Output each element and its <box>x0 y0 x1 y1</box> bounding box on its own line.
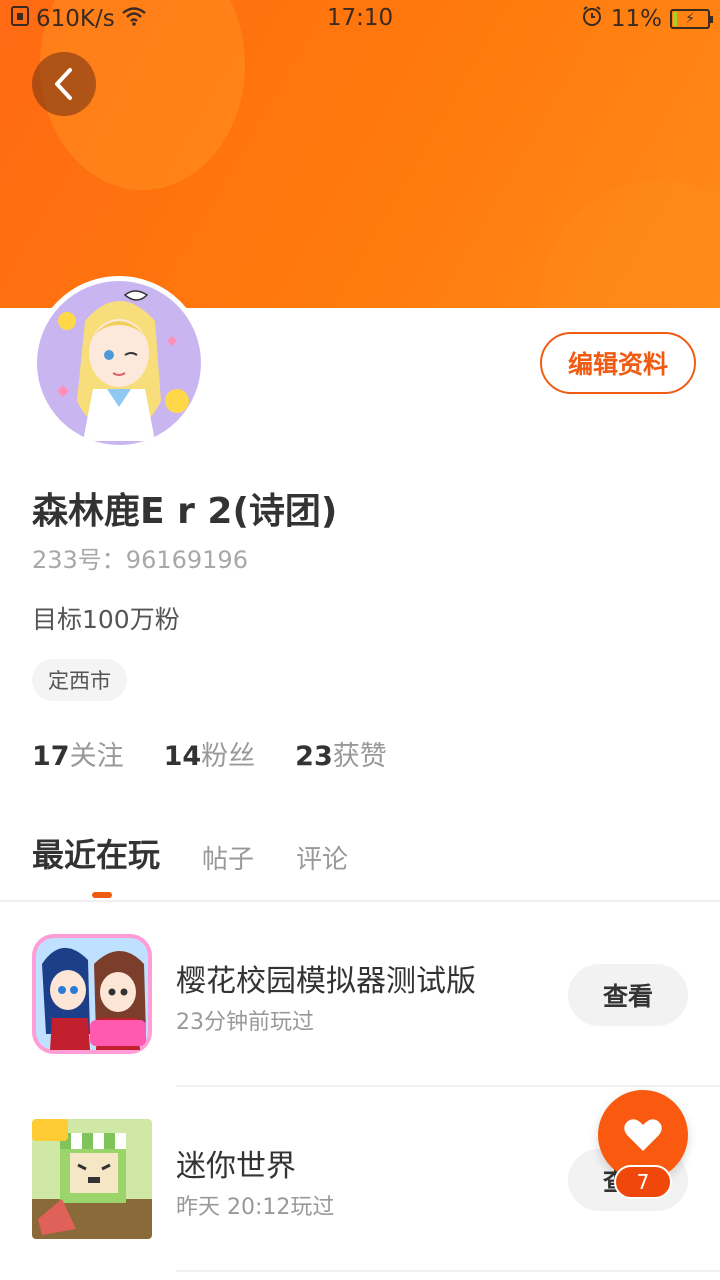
stat-label: 获赞 <box>332 741 387 772</box>
alarm-icon <box>581 5 603 33</box>
stat-likes[interactable]: 23获赞 <box>295 734 387 773</box>
avatar[interactable] <box>32 276 206 450</box>
row-divider <box>176 1085 720 1087</box>
banner-decoration <box>540 180 720 308</box>
tab-recently-played[interactable]: 最近在玩 <box>32 830 161 898</box>
game-name: 樱花校园模拟器测试版 <box>176 964 476 999</box>
edit-profile-button[interactable]: 编辑资料 <box>540 332 696 394</box>
battery-charging-icon: ⚡ <box>670 9 713 29</box>
game-last-played: 23分钟前玩过 <box>176 1010 314 1035</box>
stat-number: 14 <box>163 741 202 772</box>
game-last-played: 昨天 20:12玩过 <box>176 1195 335 1220</box>
bio: 目标100万粉 <box>32 605 180 634</box>
tab-bar: 最近在玩 帖子 评论 <box>32 830 348 898</box>
profile-stats: 17关注 14粉丝 23获赞 <box>32 734 387 773</box>
bolt-icon: ⚡ <box>685 11 695 27</box>
stat-number: 17 <box>32 741 70 772</box>
sim-icon <box>10 5 30 33</box>
tab-comments[interactable]: 评论 <box>296 839 348 876</box>
username: 森林鹿E r 2(诗团) <box>32 491 338 532</box>
stat-label: 粉丝 <box>201 741 256 772</box>
game-name: 迷你世界 <box>176 1149 296 1184</box>
stat-label: 关注 <box>69 741 124 772</box>
list-item[interactable]: 樱花校园模拟器测试版 23分钟前玩过 查看 <box>0 920 720 1070</box>
status-left: 610K/s <box>10 5 147 33</box>
user-id: 233号：96169196 <box>32 546 248 574</box>
stat-following[interactable]: 17关注 <box>32 734 124 773</box>
like-count-badge: 7 <box>614 1165 672 1199</box>
avatar-image <box>37 281 201 445</box>
profile-banner <box>0 0 720 308</box>
game-icon <box>32 934 152 1054</box>
status-right: 11% ⚡ <box>581 5 713 33</box>
battery-percent: 11% <box>610 6 662 32</box>
tab-indicator <box>92 892 112 898</box>
view-button[interactable]: 查看 <box>568 964 688 1026</box>
status-bar: 610K/s 17:10 11% ⚡ <box>0 0 720 38</box>
row-divider <box>176 1270 720 1272</box>
network-speed: 610K/s <box>36 6 115 32</box>
heart-icon <box>624 1119 662 1151</box>
battery-fill <box>673 12 677 26</box>
wifi-icon <box>121 6 147 32</box>
back-button[interactable] <box>32 52 96 116</box>
stat-followers[interactable]: 14粉丝 <box>164 734 256 773</box>
chevron-left-icon <box>55 68 72 100</box>
tab-posts[interactable]: 帖子 <box>202 839 254 876</box>
location-tag: 定西市 <box>32 659 127 701</box>
game-icon <box>32 1119 152 1239</box>
stat-number: 23 <box>295 741 333 772</box>
tab-divider <box>0 900 720 902</box>
tab-label: 最近在玩 <box>32 836 161 874</box>
